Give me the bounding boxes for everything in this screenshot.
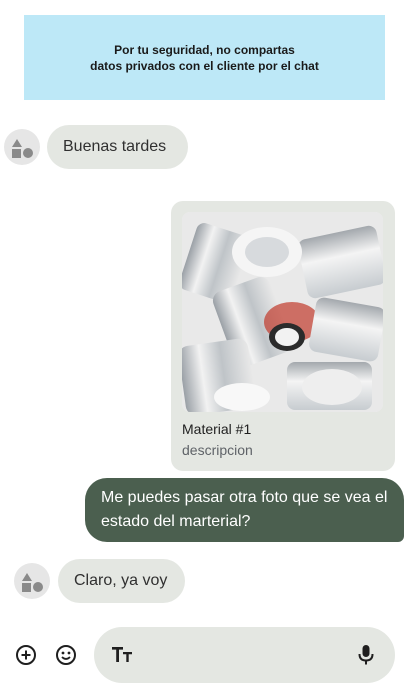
message-text: Buenas tardes (63, 138, 167, 155)
attachment-photo[interactable] (182, 212, 383, 412)
outgoing-message-bubble[interactable]: Me puedes pasar otra foto que se vea el … (85, 478, 404, 542)
text-format-icon[interactable] (110, 642, 134, 671)
contact-avatar-icon (4, 129, 40, 165)
notice-line-2: datos privados con el cliente por el cha… (90, 58, 319, 73)
add-circle-icon[interactable] (12, 641, 40, 669)
message-text: Claro, ya voy (74, 572, 168, 589)
attachment-description: descripcion (182, 442, 253, 458)
contact-avatar-icon (14, 563, 50, 599)
attachment-title: Material #1 (182, 421, 252, 437)
incoming-message-bubble[interactable]: Claro, ya voy (58, 559, 185, 603)
message-input[interactable] (94, 627, 395, 683)
incoming-message-bubble[interactable]: Buenas tardes (47, 125, 188, 169)
safety-notice-banner: Por tu seguridad, no compartas datos pri… (24, 15, 385, 100)
microphone-icon[interactable] (356, 643, 376, 672)
message-text: Me puedes pasar otra foto que se vea el … (101, 489, 388, 530)
notice-line-1: Por tu seguridad, no compartas (114, 42, 295, 57)
emoji-icon[interactable] (52, 641, 80, 669)
attachment-card[interactable]: Material #1 descripcion (171, 201, 395, 471)
